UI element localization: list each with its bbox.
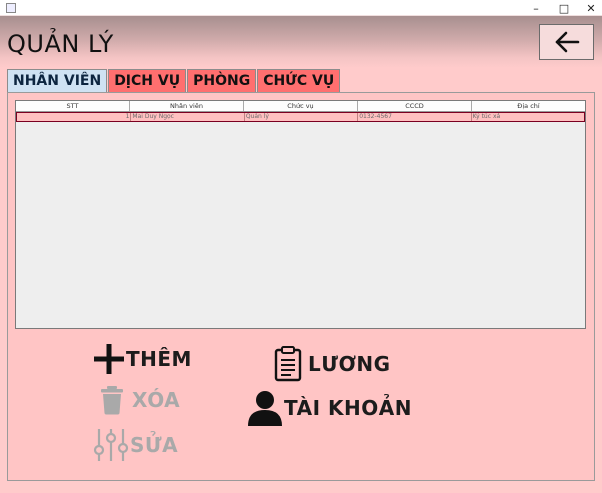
salary-label: LƯƠNG <box>308 352 391 376</box>
cell-dia-chi: Ký túc xá <box>472 113 501 120</box>
column-header-cccd[interactable]: CCCD <box>358 101 472 111</box>
employee-table[interactable]: STT Nhân viên Chức vụ CCCD Địa chỉ 1 Mai… <box>15 100 586 329</box>
delete-label: XÓA <box>132 388 181 412</box>
app-icon <box>6 3 16 13</box>
cell-chuc-vu: Quản lý <box>245 113 359 121</box>
window-titlebar: – □ ✕ <box>0 0 602 16</box>
add-button[interactable]: THÊM <box>92 342 192 376</box>
trash-icon <box>101 386 123 415</box>
delete-button[interactable]: XÓA <box>98 385 180 415</box>
page-title: QUẢN LÝ <box>7 30 114 58</box>
column-header-dia-chi[interactable]: Địa chỉ <box>472 101 585 111</box>
cell-stt: 1 <box>17 113 132 121</box>
add-label: THÊM <box>126 347 192 371</box>
tab-chuc-vu[interactable]: CHỨC VỤ <box>257 69 341 92</box>
cell-nhan-vien: Mai Duy Ngọc <box>131 113 245 121</box>
back-button[interactable] <box>539 24 594 60</box>
maximize-icon: □ <box>558 1 570 15</box>
column-header-nhan-vien[interactable]: Nhân viên <box>130 101 244 111</box>
table-row[interactable]: 1 Mai Duy Ngọc Quản lý 0132-4567 Ký túc … <box>16 112 585 122</box>
close-icon: ✕ <box>586 1 596 15</box>
cell-cccd: 0132-4567 <box>358 113 472 121</box>
column-header-chuc-vu[interactable]: Chức vụ <box>244 101 358 111</box>
minimize-icon: – <box>533 1 539 15</box>
user-icon <box>248 391 282 426</box>
tab-panel: STT Nhân viên Chức vụ CCCD Địa chỉ 1 Mai… <box>7 92 595 481</box>
edit-button[interactable]: SỬA <box>92 427 178 463</box>
tab-dich-vu[interactable]: DỊCH VỤ <box>108 69 187 92</box>
arrow-left-icon <box>555 31 579 53</box>
account-label: TÀI KHOẢN <box>284 396 412 420</box>
account-button[interactable]: TÀI KHOẢN <box>246 389 412 427</box>
sliders-icon <box>93 429 129 461</box>
edit-label: SỬA <box>130 433 179 457</box>
plus-icon <box>94 344 124 374</box>
tab-phong[interactable]: PHÒNG <box>187 69 257 92</box>
salary-button[interactable]: LƯƠNG <box>274 346 391 382</box>
tab-bar: NHÂN VIÊN DỊCH VỤ PHÒNG CHỨC VỤ <box>7 69 341 93</box>
column-header-stt[interactable]: STT <box>16 101 130 111</box>
tab-nhan-vien[interactable]: NHÂN VIÊN <box>7 69 108 92</box>
close-button[interactable]: ✕ <box>575 0 602 16</box>
table-header: STT Nhân viên Chức vụ CCCD Địa chỉ <box>16 101 585 112</box>
header-bar: QUẢN LÝ <box>0 16 602 68</box>
clipboard-icon <box>274 346 302 382</box>
